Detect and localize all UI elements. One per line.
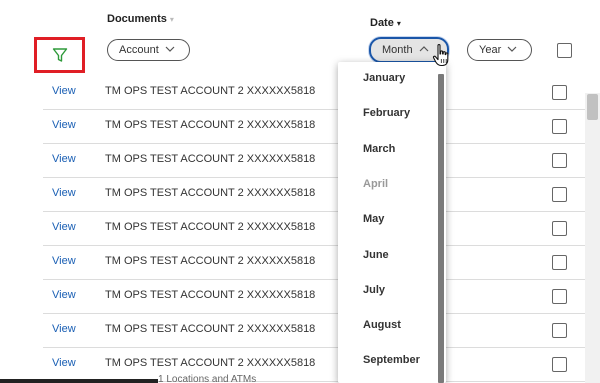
date-column-header[interactable]: Date ▾ — [370, 17, 401, 29]
account-name: TM OPS TEST ACCOUNT 2 XXXXXX5818 — [105, 323, 316, 335]
select-all-checkbox[interactable] — [557, 43, 572, 58]
table-row: View TM OPS TEST ACCOUNT 2 XXXXXX5818 — [43, 212, 585, 246]
account-name: TM OPS TEST ACCOUNT 2 XXXXXX5818 — [105, 187, 316, 199]
view-link[interactable]: View — [52, 119, 76, 131]
sort-caret-icon: ▾ — [396, 19, 401, 28]
month-option[interactable]: August — [363, 319, 401, 331]
bottom-bar — [0, 379, 158, 383]
view-link[interactable]: View — [52, 323, 76, 335]
year-filter-label: Year — [479, 44, 502, 56]
table-row: View TM OPS TEST ACCOUNT 2 XXXXXX5818 — [43, 76, 585, 110]
row-checkbox[interactable] — [552, 255, 567, 270]
page-scrollbar[interactable] — [585, 93, 600, 383]
account-name: TM OPS TEST ACCOUNT 2 XXXXXX5818 — [105, 221, 316, 233]
view-link[interactable]: View — [52, 187, 76, 199]
month-option[interactable]: September — [363, 354, 420, 366]
table-row: View TM OPS TEST ACCOUNT 2 XXXXXX5818 — [43, 178, 585, 212]
row-checkbox[interactable] — [552, 187, 567, 202]
view-link[interactable]: View — [52, 289, 76, 301]
filter-toggle-button[interactable] — [34, 37, 85, 73]
row-checkbox[interactable] — [552, 357, 567, 372]
funnel-icon — [52, 48, 67, 62]
account-name: TM OPS TEST ACCOUNT 2 XXXXXX5818 — [105, 119, 316, 131]
table-row: View TM OPS TEST ACCOUNT 2 XXXXXX5818 — [43, 246, 585, 280]
page-scrollbar-thumb[interactable] — [587, 94, 598, 120]
view-link[interactable]: View — [52, 357, 76, 369]
row-checkbox[interactable] — [552, 323, 567, 338]
account-name: TM OPS TEST ACCOUNT 2 XXXXXX5818 — [105, 357, 316, 369]
account-filter-label: Account — [119, 44, 159, 56]
hand-pointer-icon — [432, 43, 452, 69]
table-row: View TM OPS TEST ACCOUNT 2 XXXXXX5818 — [43, 144, 585, 178]
row-checkbox[interactable] — [552, 289, 567, 304]
documents-header-label: Documents — [107, 13, 167, 25]
month-option: April — [363, 178, 389, 190]
row-checkbox[interactable] — [552, 153, 567, 168]
date-header-label: Date — [370, 17, 394, 29]
row-checkbox[interactable] — [552, 221, 567, 236]
month-option[interactable]: July — [363, 284, 385, 296]
month-option[interactable]: March — [363, 143, 395, 155]
table-row: View TM OPS TEST ACCOUNT 2 XXXXXX5818 — [43, 110, 585, 144]
account-name: TM OPS TEST ACCOUNT 2 XXXXXX5818 — [105, 85, 316, 97]
row-checkbox[interactable] — [552, 85, 567, 100]
month-option[interactable]: May — [363, 213, 384, 225]
account-name: TM OPS TEST ACCOUNT 2 XXXXXX5818 — [105, 255, 316, 267]
month-option[interactable]: January — [363, 72, 405, 84]
year-filter-select[interactable]: Year — [467, 39, 532, 61]
footer-partial-text: 1 Locations and ATMs — [158, 374, 257, 383]
view-link[interactable]: View — [52, 255, 76, 267]
table-row: View TM OPS TEST ACCOUNT 2 XXXXXX5818 — [43, 314, 585, 348]
account-filter-select[interactable]: Account — [107, 39, 190, 61]
view-link[interactable]: View — [52, 85, 76, 97]
documents-column-header[interactable]: Documents ▾ — [107, 13, 174, 25]
account-name: TM OPS TEST ACCOUNT 2 XXXXXX5818 — [105, 153, 316, 165]
chevron-down-icon — [507, 45, 517, 55]
account-name: TM OPS TEST ACCOUNT 2 XXXXXX5818 — [105, 289, 316, 301]
chevron-up-icon — [419, 45, 429, 55]
table-row: View TM OPS TEST ACCOUNT 2 XXXXXX5818 — [43, 280, 585, 314]
row-checkbox[interactable] — [552, 119, 567, 134]
view-link[interactable]: View — [52, 153, 76, 165]
month-option[interactable]: June — [363, 249, 389, 261]
month-filter-label: Month — [382, 44, 413, 56]
month-dropdown-list: January February March April May June July Augu… — [338, 62, 446, 383]
dropdown-scrollbar[interactable] — [438, 74, 444, 383]
month-option[interactable]: February — [363, 107, 410, 119]
sort-caret-icon: ▾ — [169, 15, 174, 24]
chevron-down-icon — [165, 45, 175, 55]
view-link[interactable]: View — [52, 221, 76, 233]
table-row: View TM OPS TEST ACCOUNT 2 XXXXXX5818 — [43, 348, 585, 382]
